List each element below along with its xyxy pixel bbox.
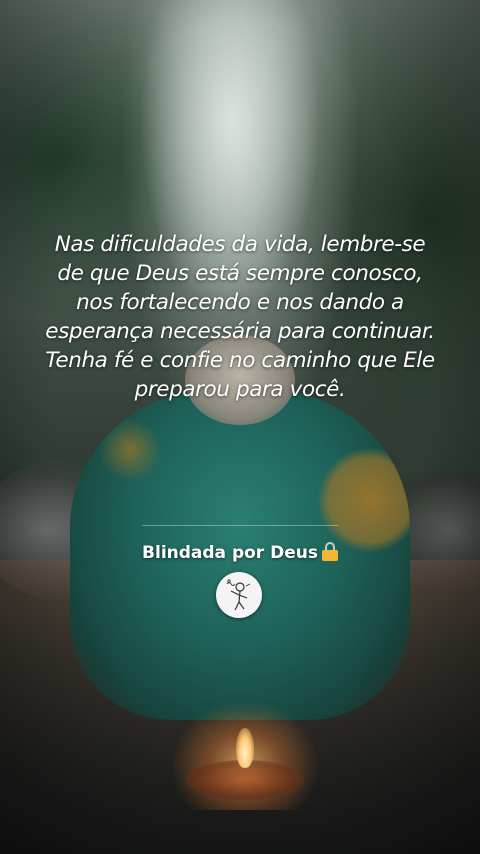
divider [142, 525, 338, 526]
author-name: Blindada por Deus [142, 543, 318, 563]
vignette-overlay [0, 0, 480, 854]
author-signature[interactable]: Blindada por Deus [90, 541, 390, 565]
quote-text: Nas dificuldades da vida, lembre-se de q… [45, 232, 435, 402]
avatar[interactable] [216, 572, 262, 618]
lock-icon [321, 542, 338, 561]
post-screen: Nas dificuldades da vida, lembre-se de q… [0, 0, 480, 854]
stick-figure-drawing-icon [226, 579, 251, 611]
